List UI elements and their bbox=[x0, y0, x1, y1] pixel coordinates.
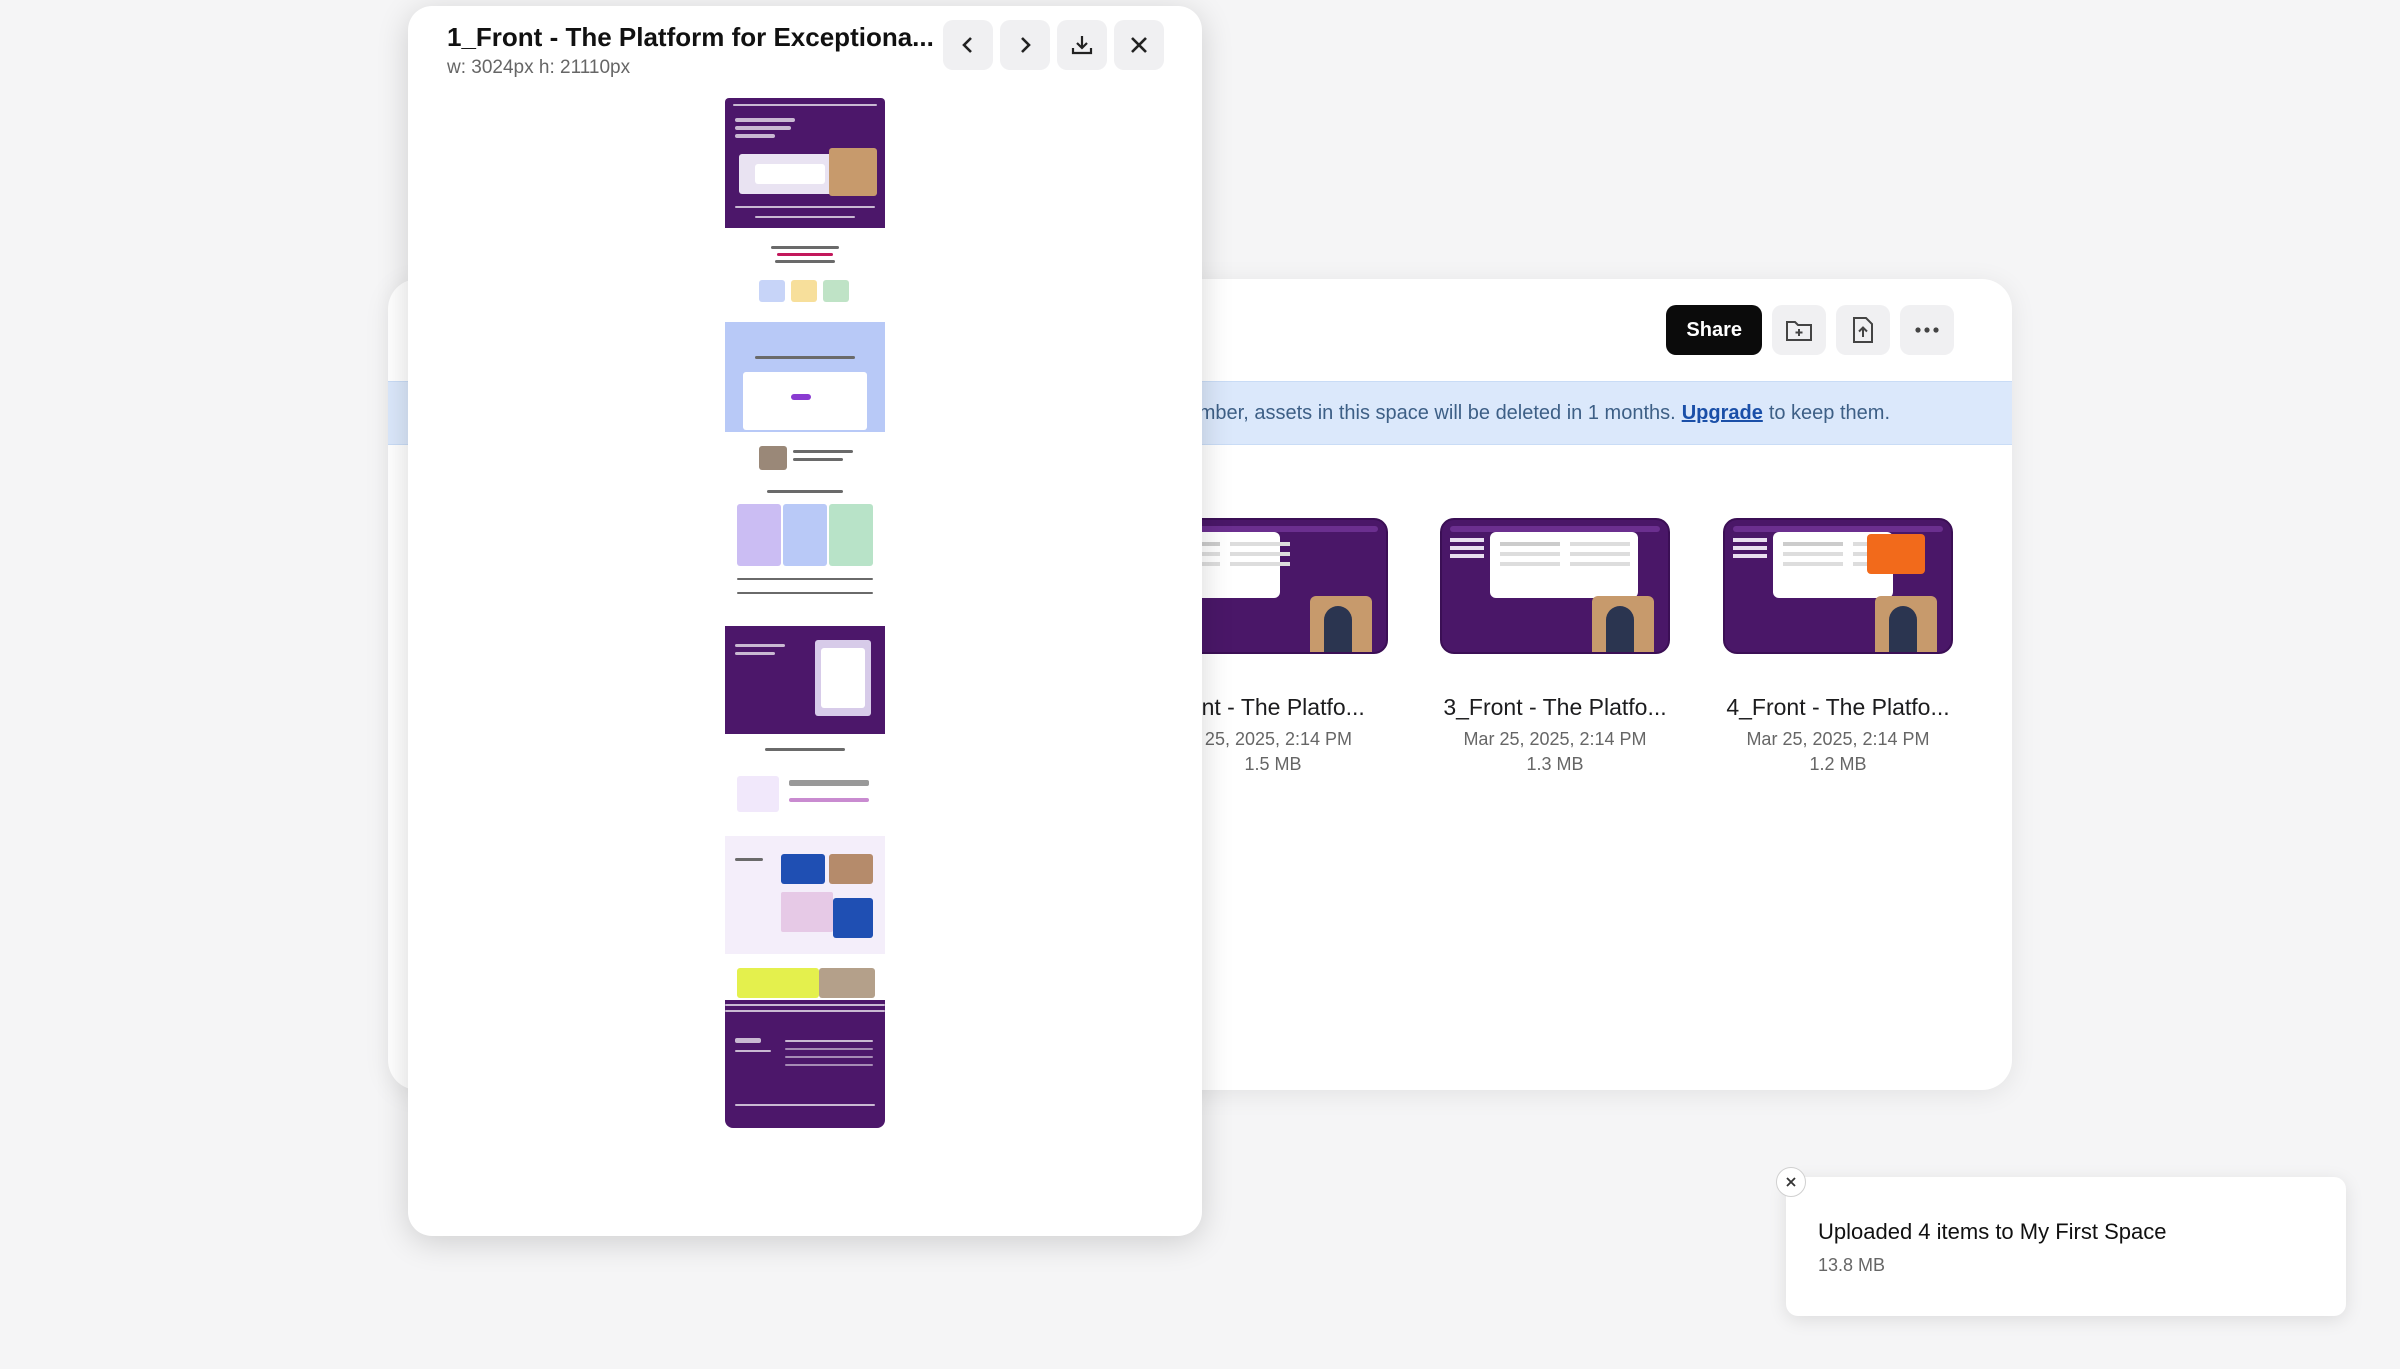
asset-date: Mar 25, 2025, 2:14 PM bbox=[1463, 729, 1647, 749]
previous-button[interactable] bbox=[943, 20, 993, 70]
more-icon bbox=[1915, 327, 1939, 333]
toast-size: 13.8 MB bbox=[1818, 1255, 1886, 1275]
asset-thumbnail[interactable] bbox=[1723, 518, 1953, 654]
screenshot-stats-section bbox=[725, 240, 885, 310]
screenshot-cta-section bbox=[725, 966, 885, 1000]
dismiss-toast-button[interactable] bbox=[1776, 1167, 1806, 1197]
close-icon bbox=[1786, 1177, 1796, 1187]
screenshot-hero-section bbox=[725, 98, 885, 228]
asset-size: 1.2 MB bbox=[1809, 754, 1867, 774]
new-folder-icon bbox=[1786, 321, 1812, 341]
asset-size: 1.3 MB bbox=[1526, 754, 1584, 774]
upload-file-icon bbox=[1853, 317, 1873, 343]
screenshot-features-section bbox=[725, 486, 885, 614]
asset-thumbnail[interactable] bbox=[1440, 518, 1670, 654]
next-button[interactable] bbox=[1000, 20, 1050, 70]
new-folder-button[interactable] bbox=[1772, 305, 1826, 355]
chevron-left-icon bbox=[962, 37, 972, 53]
screenshot-ai-section bbox=[725, 626, 885, 734]
screenshot-support-section bbox=[725, 746, 885, 824]
download-icon bbox=[1071, 36, 1093, 55]
more-button[interactable] bbox=[1900, 305, 1954, 355]
upload-file-button[interactable] bbox=[1836, 305, 1890, 355]
preview-title: 1_Front - The Platform for Exceptiona... bbox=[447, 22, 934, 52]
banner-text: mber, assets in this space will be delet… bbox=[1198, 401, 1676, 424]
asset-date: Mar 25, 2025, 2:14 PM bbox=[1746, 729, 1930, 749]
screenshot-testimonial-section bbox=[725, 444, 885, 474]
close-preview-button[interactable] bbox=[1114, 20, 1164, 70]
upload-toast: Uploaded 4 items to My First Space 13.8 … bbox=[1776, 1167, 2346, 1316]
screenshot-footer-section bbox=[725, 1000, 885, 1128]
screenshot-blue-section bbox=[725, 322, 885, 432]
chevron-right-icon bbox=[1021, 37, 1031, 53]
upgrade-link[interactable]: Upgrade bbox=[1682, 402, 1763, 425]
download-button[interactable] bbox=[1057, 20, 1107, 70]
banner-text-end: to keep them. bbox=[1768, 401, 1890, 424]
toast-title: Uploaded 4 items to My First Space bbox=[1818, 1219, 2167, 1244]
preview-actions bbox=[943, 20, 1164, 70]
asset-card[interactable]: 4_Front - The Platfo... Mar 25, 2025, 2:… bbox=[1723, 518, 1953, 777]
preview-dimensions: w: 3024px h: 21110px bbox=[447, 57, 631, 78]
asset-preview-modal: 1_Front - The Platform for Exceptiona...… bbox=[408, 6, 1202, 1236]
asset-name: 4_Front - The Platfo... bbox=[1726, 694, 1950, 720]
space-toolbar: Share bbox=[1666, 305, 1954, 355]
screenshot-integrations-section bbox=[725, 836, 885, 954]
share-button[interactable]: Share bbox=[1666, 305, 1762, 355]
full-page-screenshot[interactable] bbox=[725, 98, 885, 1140]
asset-card[interactable]: 3_Front - The Platfo... Mar 25, 2025, 2:… bbox=[1440, 518, 1670, 777]
close-icon bbox=[1131, 37, 1147, 53]
asset-name: 3_Front - The Platfo... bbox=[1443, 694, 1667, 720]
